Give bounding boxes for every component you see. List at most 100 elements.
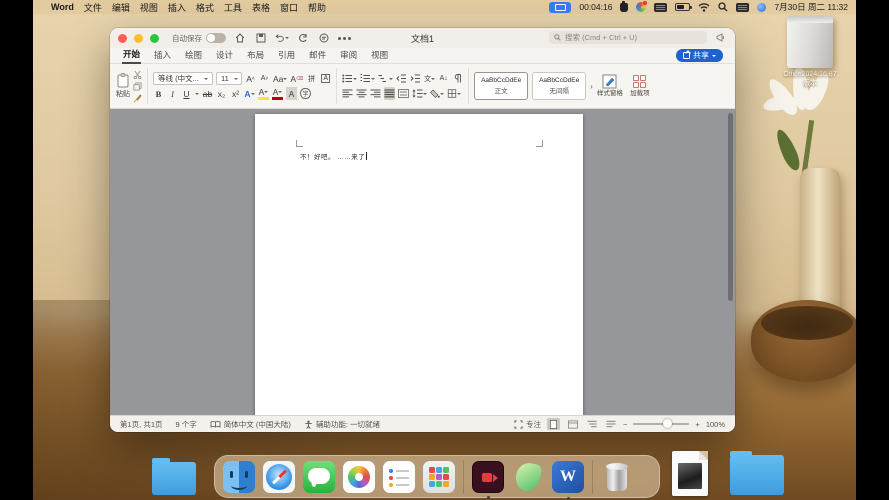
tab-mailings[interactable]: 邮件 [308, 48, 327, 63]
spotlight-search-icon[interactable] [718, 2, 728, 12]
wifi-icon[interactable] [698, 3, 710, 12]
screen-recording-indicator[interactable] [549, 2, 571, 13]
align-right-button[interactable] [370, 87, 381, 100]
focus-mode-button[interactable]: 专注 [514, 419, 541, 430]
menu-item-format[interactable]: 格式 [196, 1, 214, 14]
superscript-button[interactable]: x² [230, 87, 241, 100]
distribute-button[interactable] [398, 87, 409, 100]
fullscreen-button[interactable] [150, 34, 159, 43]
pointer-tool-icon[interactable] [620, 3, 628, 12]
dock-screen-recorder-icon[interactable] [472, 461, 504, 493]
desktop-folder-right[interactable] [730, 455, 784, 495]
page-indicator[interactable]: 第1页, 共1页 [120, 419, 163, 430]
app-notification-icon[interactable] [636, 2, 646, 12]
shading-button[interactable] [430, 87, 444, 100]
numbered-list-button[interactable] [360, 72, 375, 85]
multilevel-list-button[interactable] [378, 72, 393, 85]
copy-icon[interactable] [133, 82, 142, 91]
subscript-button[interactable]: x₂ [216, 87, 227, 100]
strikethrough-button[interactable]: ab [202, 87, 213, 100]
tab-review[interactable]: 审阅 [339, 48, 358, 63]
clear-formatting-button[interactable]: A⌫ [290, 72, 303, 85]
comments-icon[interactable] [317, 31, 331, 45]
vertical-scrollbar[interactable] [728, 113, 733, 301]
addins-button[interactable]: 加载项 [627, 75, 653, 97]
tab-draw[interactable]: 绘图 [184, 48, 203, 63]
style-pane-button[interactable]: 样式窗格 [597, 74, 623, 97]
font-name-select[interactable]: 等线 (中文... [153, 72, 213, 85]
character-shading-button[interactable]: A [286, 87, 297, 100]
align-left-button[interactable] [342, 87, 353, 100]
print-layout-view-button[interactable] [547, 418, 560, 430]
undo-dropdown-caret[interactable] [285, 37, 289, 41]
menu-item-help[interactable]: 帮助 [308, 1, 326, 14]
more-toolbar-icon[interactable] [338, 37, 341, 40]
megaphone-icon[interactable] [716, 32, 727, 43]
borders-button[interactable] [447, 87, 461, 100]
desktop-file-icon[interactable] [672, 451, 708, 496]
autosave-toggle[interactable] [206, 33, 226, 43]
menu-item-insert[interactable]: 插入 [168, 1, 186, 14]
outline-view-button[interactable] [585, 418, 598, 430]
dock-reminders-icon[interactable] [383, 461, 415, 493]
zoom-level[interactable]: 100% [706, 420, 725, 429]
dock-safari-icon[interactable] [263, 461, 295, 493]
dock-launchpad-icon[interactable] [423, 461, 455, 493]
close-button[interactable] [118, 34, 127, 43]
tab-layout[interactable]: 布局 [246, 48, 265, 63]
character-border-button[interactable]: A [320, 72, 331, 85]
underline-button[interactable]: U [181, 87, 192, 100]
decrease-indent-button[interactable] [396, 72, 407, 85]
bold-button[interactable]: B [153, 87, 164, 100]
justify-button[interactable] [384, 87, 395, 100]
grow-font-button[interactable]: A˄ [245, 72, 256, 85]
keyboard-icon[interactable] [654, 3, 667, 12]
change-case-button[interactable]: Aa [273, 72, 287, 85]
minimize-button[interactable] [134, 34, 143, 43]
underline-caret[interactable] [195, 93, 199, 97]
save-icon[interactable] [254, 31, 268, 45]
zoom-out-button[interactable]: − [623, 420, 627, 429]
tab-design[interactable]: 设计 [215, 48, 234, 63]
clock-date[interactable]: 7月30日 周二 11:32 [774, 1, 848, 13]
document-text[interactable]: 不！好吧。 ……来了 [300, 151, 367, 161]
paragraph-mark-button[interactable] [452, 72, 463, 85]
tab-references[interactable]: 引用 [277, 48, 296, 63]
tab-view[interactable]: 视图 [370, 48, 389, 63]
line-spacing-button[interactable] [412, 87, 427, 100]
desktop-icon-office-installer[interactable]: Office2024.16.87 版本 [775, 16, 845, 89]
enclose-characters-button[interactable]: 字 [300, 87, 311, 100]
menu-app-name[interactable]: Word [51, 2, 74, 12]
share-button[interactable]: 共享 [676, 49, 723, 62]
menu-item-window[interactable]: 窗口 [280, 1, 298, 14]
home-icon[interactable] [233, 31, 247, 45]
input-source-icon[interactable] [736, 3, 749, 12]
zoom-slider[interactable] [633, 423, 689, 425]
format-painter-icon[interactable] [133, 94, 142, 103]
control-center-icon[interactable] [757, 3, 766, 12]
undo-icon[interactable] [275, 31, 289, 45]
zoom-in-button[interactable]: + [695, 420, 699, 429]
style-normal[interactable]: AaBbCcDdEe 正文 [474, 72, 528, 100]
desktop-folder-left[interactable] [152, 462, 196, 495]
dock-leaf-app-icon[interactable] [512, 461, 544, 493]
dock-word-icon[interactable]: W [552, 461, 584, 493]
bullet-list-button[interactable] [342, 72, 357, 85]
tab-insert[interactable]: 插入 [153, 48, 172, 63]
document-page[interactable]: 不！好吧。 ……来了 [255, 114, 583, 415]
menu-item-table[interactable]: 表格 [252, 1, 270, 14]
style-no-spacing[interactable]: AaBbCcDdEe 无间隔 [532, 72, 586, 100]
draft-view-button[interactable] [604, 418, 617, 430]
zoom-slider-knob[interactable] [663, 419, 672, 428]
tab-home[interactable]: 开始 [122, 47, 141, 64]
dock-messages-icon[interactable] [303, 461, 335, 493]
asian-layout-button[interactable]: 文 [424, 72, 435, 85]
menu-item-file[interactable]: 文件 [84, 1, 102, 14]
shrink-font-button[interactable]: A˅ [259, 72, 270, 85]
font-size-select[interactable]: 11 [216, 72, 242, 85]
accessibility-status[interactable]: 辅助功能: 一切就绪 [304, 419, 380, 430]
italic-button[interactable]: I [167, 87, 178, 100]
phonetic-guide-button[interactable]: 拼 [306, 72, 317, 85]
search-field[interactable]: 搜索 (Cmd + Ctrl + U) [549, 31, 707, 44]
cut-icon[interactable] [133, 70, 142, 79]
